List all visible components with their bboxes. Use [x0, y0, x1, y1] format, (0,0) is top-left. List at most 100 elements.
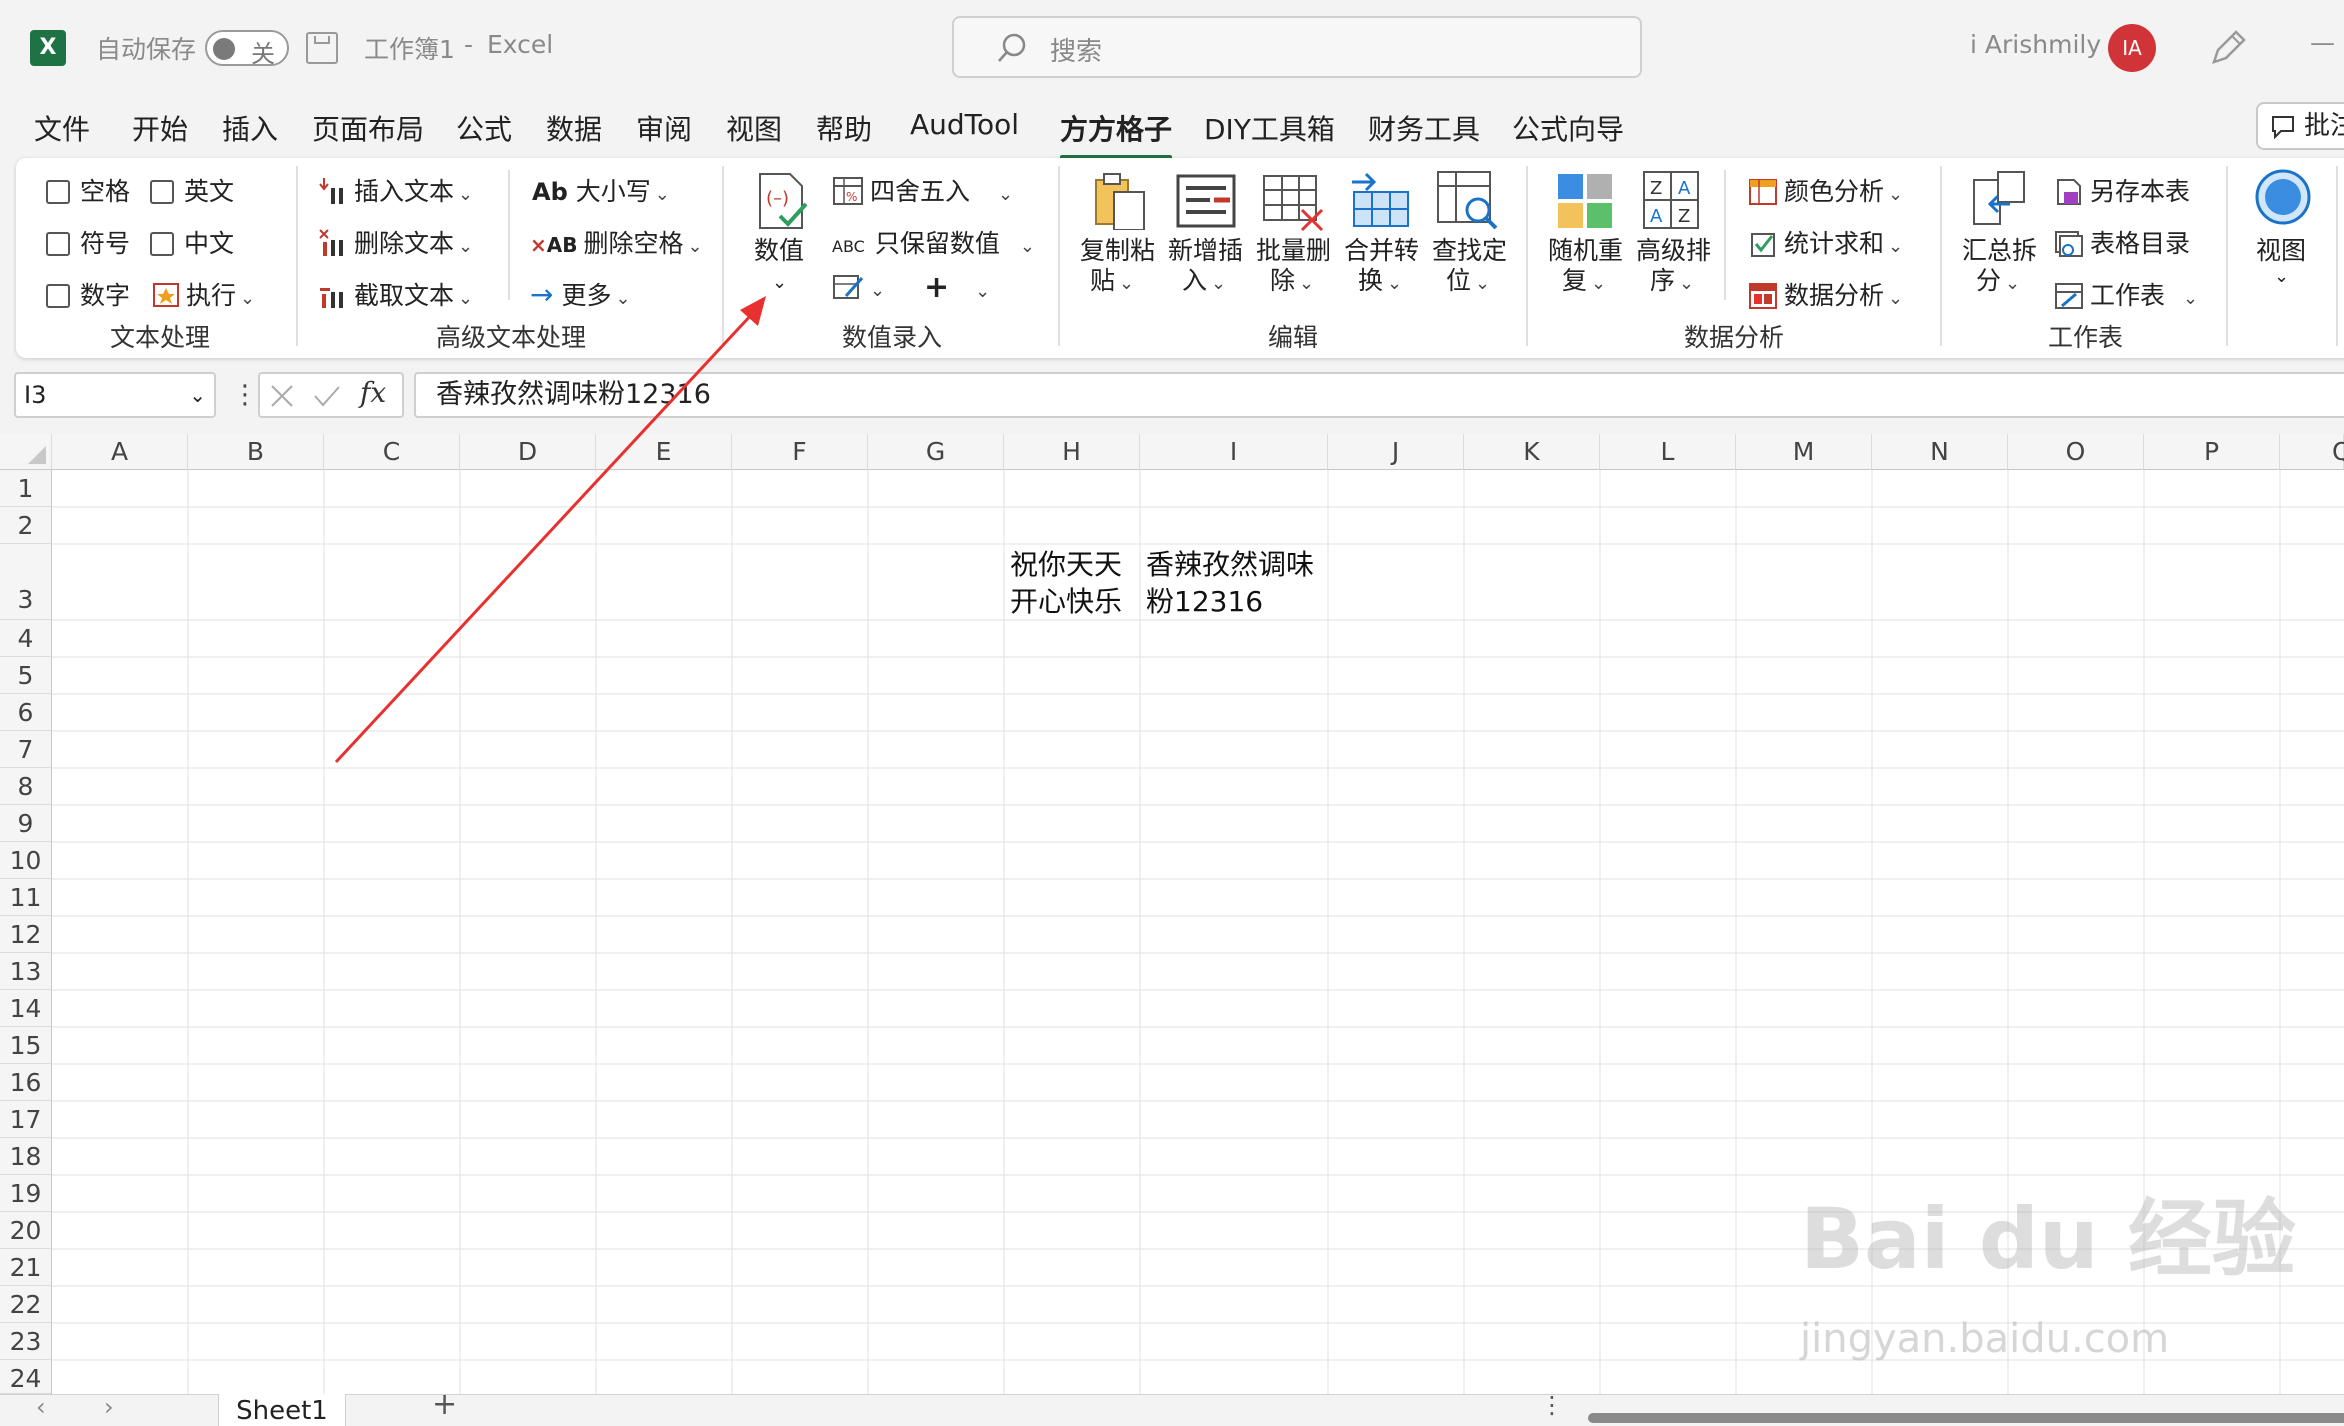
tab-diy-toolbox[interactable]: DIY工具箱 — [1204, 108, 1335, 148]
horizontal-scrollbar[interactable] — [1588, 1413, 2344, 1423]
copy-paste-button-line2[interactable]: 贴 ⌄ — [1090, 266, 1134, 299]
column-header[interactable]: K — [1464, 434, 1600, 470]
execute-button[interactable]: 执行 ⌄ — [152, 276, 255, 312]
advanced-sort-button[interactable]: 高级排 — [1636, 236, 1711, 266]
summary-split-button-line2[interactable]: 分 ⌄ — [1976, 266, 2020, 299]
column-header[interactable]: A — [52, 434, 188, 470]
checkbox-english[interactable]: 英文 — [150, 172, 234, 208]
minimize-button[interactable]: — — [2310, 28, 2335, 57]
stat-sum-button[interactable]: 统计求和 ⌄ — [1748, 224, 1903, 260]
numeric-button[interactable]: 数值 — [754, 236, 804, 266]
row-header[interactable]: 4 — [0, 620, 52, 657]
table-catalog-button[interactable]: 表格目录 — [2054, 224, 2190, 260]
more-options-icon[interactable]: ⋮ — [1540, 1391, 1564, 1419]
tab-finance-tools[interactable]: 财务工具 — [1368, 108, 1480, 148]
random-repeat-button-line2[interactable]: 复 ⌄ — [1562, 266, 1606, 299]
keep-value-button[interactable]: ABC 只保留数值 ⌄ — [832, 224, 1035, 260]
checkbox-box[interactable] — [150, 232, 174, 256]
select-all-corner[interactable] — [0, 434, 52, 470]
row-header[interactable]: 1 — [0, 470, 52, 507]
new-insert-button[interactable]: 新增插 — [1168, 236, 1243, 266]
user-name[interactable]: i Arishmily — [1970, 30, 2101, 59]
row-header[interactable]: 18 — [0, 1138, 52, 1175]
merge-convert-button-line2[interactable]: 换 ⌄ — [1358, 266, 1402, 299]
column-header[interactable]: B — [188, 434, 324, 470]
row-header[interactable]: 2 — [0, 507, 52, 544]
tab-view[interactable]: 视图 — [726, 108, 782, 148]
column-header[interactable]: P — [2144, 434, 2280, 470]
row-header[interactable]: 7 — [0, 731, 52, 768]
row-header[interactable]: 22 — [0, 1286, 52, 1323]
chevron-down-icon[interactable]: ⌄ — [2274, 262, 2289, 292]
row-header[interactable]: 3 — [0, 544, 52, 620]
row-header[interactable]: 13 — [0, 953, 52, 990]
column-header[interactable]: I — [1140, 434, 1328, 470]
row-header[interactable]: 20 — [0, 1212, 52, 1249]
sheet-tab-sheet1[interactable]: Sheet1 — [218, 1394, 346, 1426]
case-button[interactable]: Ab 大小写 ⌄ — [532, 172, 670, 208]
random-repeat-button[interactable]: 随机重 — [1548, 236, 1623, 266]
row-header[interactable]: 8 — [0, 768, 52, 805]
name-box[interactable]: I3 ⌄ — [14, 372, 216, 418]
save-sheet-button[interactable]: 另存本表 — [2054, 172, 2190, 208]
checkbox-chinese[interactable]: 中文 — [150, 224, 234, 260]
delete-text-button[interactable]: 删除文本 ⌄ — [318, 224, 473, 260]
search-box[interactable]: 搜索 — [952, 16, 1642, 78]
row-header[interactable]: 12 — [0, 916, 52, 953]
checkbox-box[interactable] — [150, 180, 174, 204]
tab-fangfanggezi[interactable]: 方方格子 — [1060, 108, 1173, 160]
find-locate-button-line2[interactable]: 位 ⌄ — [1446, 266, 1490, 299]
tab-formulas[interactable]: 公式 — [456, 108, 512, 148]
checkbox-box[interactable] — [46, 284, 70, 308]
worksheet-button[interactable]: 工作表 ⌄ — [2054, 276, 2198, 312]
save-icon[interactable] — [306, 32, 338, 64]
tab-help[interactable]: 帮助 — [816, 108, 872, 148]
avatar[interactable]: IA — [2108, 24, 2156, 72]
column-header[interactable]: O — [2008, 434, 2144, 470]
row-header[interactable]: 24 — [0, 1360, 52, 1394]
next-sheet-icon[interactable]: › — [104, 1393, 114, 1421]
column-header[interactable]: Q — [2280, 434, 2344, 470]
row-header[interactable]: 19 — [0, 1175, 52, 1212]
checkbox-space[interactable]: 空格 — [46, 172, 130, 208]
column-header[interactable]: N — [1872, 434, 2008, 470]
row-header[interactable]: 14 — [0, 990, 52, 1027]
column-header[interactable]: G — [868, 434, 1004, 470]
add-sheet-button[interactable]: + — [432, 1387, 457, 1422]
tab-data[interactable]: 数据 — [546, 108, 602, 148]
comment-button[interactable]: 批注 — [2256, 102, 2344, 150]
checkbox-number[interactable]: 数字 — [46, 276, 130, 312]
delete-space-button[interactable]: ×AB 删除空格 ⌄ — [530, 224, 703, 260]
tab-page-layout[interactable]: 页面布局 — [312, 108, 424, 148]
autosave-toggle[interactable]: 关 — [205, 30, 289, 68]
row-header[interactable]: 9 — [0, 805, 52, 842]
edit-cell-button[interactable]: ⌄ — [832, 272, 885, 302]
pen-icon[interactable] — [2208, 28, 2248, 68]
row-header[interactable]: 23 — [0, 1323, 52, 1360]
copy-paste-button[interactable]: 复制粘 — [1080, 236, 1155, 266]
row-header[interactable]: 11 — [0, 879, 52, 916]
row-header[interactable]: 5 — [0, 657, 52, 694]
checkbox-symbol[interactable]: 符号 — [46, 224, 130, 260]
prev-sheet-icon[interactable]: ‹ — [36, 1393, 46, 1421]
checkbox-box[interactable] — [46, 180, 70, 204]
row-header[interactable]: 17 — [0, 1101, 52, 1138]
column-header[interactable]: L — [1600, 434, 1736, 470]
cell-h3-line1[interactable]: 祝你天天 — [1010, 546, 1122, 583]
merge-convert-button[interactable]: 合并转 — [1344, 236, 1419, 266]
row-header[interactable]: 21 — [0, 1249, 52, 1286]
new-insert-button-line2[interactable]: 入 ⌄ — [1182, 266, 1226, 299]
row-header[interactable]: 10 — [0, 842, 52, 879]
data-analysis-button[interactable]: 数据分析 ⌄ — [1748, 276, 1903, 312]
cell-h3-line2[interactable]: 开心快乐 — [1010, 583, 1122, 620]
tab-audtool[interactable]: AudTool — [910, 108, 1019, 141]
color-analysis-button[interactable]: 颜色分析 ⌄ — [1748, 172, 1903, 208]
find-locate-button[interactable]: 查找定 — [1432, 236, 1507, 266]
round-button[interactable]: % 四舍五入 ⌄ — [832, 172, 1013, 208]
row-header[interactable]: 6 — [0, 694, 52, 731]
column-header[interactable]: H — [1004, 434, 1140, 470]
tab-review[interactable]: 审阅 — [636, 108, 692, 148]
column-header[interactable]: J — [1328, 434, 1464, 470]
summary-split-button[interactable]: 汇总拆 — [1962, 236, 2037, 266]
batch-delete-button-line2[interactable]: 除 ⌄ — [1270, 266, 1314, 299]
